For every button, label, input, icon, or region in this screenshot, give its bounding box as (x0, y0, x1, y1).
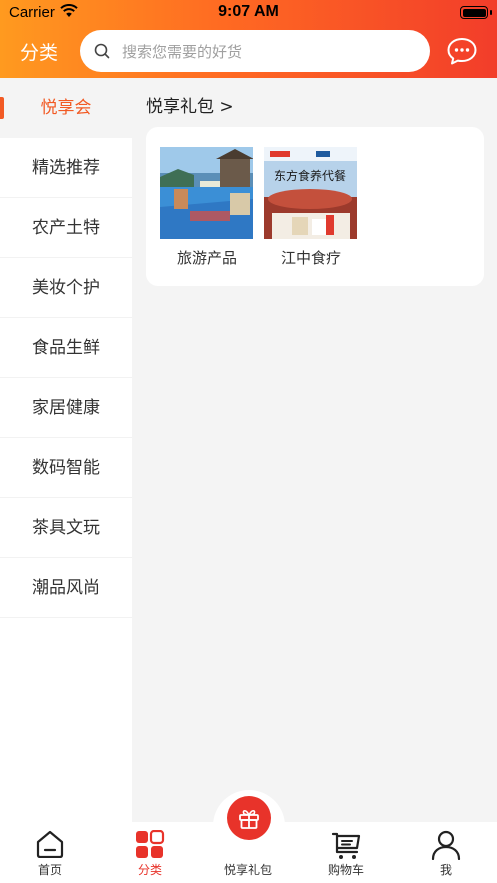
tab-home[interactable]: 首页 (10, 822, 90, 883)
profile-icon (431, 830, 461, 860)
sidebar-item-fashion[interactable]: 潮品风尚 (0, 558, 132, 618)
tab-cart[interactable]: 购物车 (306, 822, 386, 883)
search-icon (94, 43, 110, 59)
clock: 9:07 AM (218, 3, 279, 20)
tab-me[interactable]: 我 (406, 822, 486, 883)
battery-icon (460, 6, 488, 19)
gift-package-button[interactable] (227, 796, 271, 840)
sidebar-item-tea-collectibles[interactable]: 茶具文玩 (0, 498, 132, 558)
status-bar: Carrier 9:07 AM (0, 0, 497, 26)
message-icon[interactable] (446, 36, 478, 66)
category-sidebar: 悦享会 精选推荐 农产土特 美妆个护 食品生鲜 家居健康 数码智能 茶具文玩 潮… (0, 78, 132, 822)
section-title[interactable]: 悦享礼包 > (146, 92, 234, 117)
tab-category[interactable]: 分类 (110, 822, 190, 883)
header-bar: Carrier 9:07 AM 分类 搜索您需要的好货 (0, 0, 497, 78)
sidebar-item-label: 食品生鲜 (32, 338, 100, 358)
sidebar-item-label: 美妆个护 (32, 278, 100, 298)
battery-cap (490, 10, 492, 15)
sidebar-item-label: 悦享会 (40, 98, 92, 118)
sidebar-item-featured[interactable]: 精选推荐 (0, 138, 132, 198)
search-input[interactable]: 搜索您需要的好货 (80, 30, 430, 72)
tab-label: 首页 (37, 863, 62, 877)
sidebar-background (0, 618, 132, 822)
travel-product-image (160, 147, 253, 239)
product-label: 江中食疗 (280, 249, 341, 267)
gift-icon (239, 809, 259, 829)
product-jiangzhong[interactable]: 东方食养代餐 江中食疗 (264, 147, 358, 268)
tab-label: 购物车 (327, 863, 364, 877)
tab-label: 我 (439, 863, 452, 877)
product-card: 旅游产品 东方食养代餐 江中食疗 (146, 127, 484, 286)
product-label: 旅游产品 (176, 249, 237, 267)
tab-label: 分类 (137, 863, 162, 877)
sidebar-item-yuexianghui[interactable]: 悦享会 (0, 78, 132, 138)
cart-icon (331, 832, 361, 859)
sidebar-item-fresh-food[interactable]: 食品生鲜 (0, 318, 132, 378)
product-travel[interactable]: 旅游产品 (160, 147, 254, 268)
search-placeholder: 搜索您需要的好货 (122, 43, 243, 61)
sidebar-item-beauty[interactable]: 美妆个护 (0, 258, 132, 318)
sidebar-item-digital[interactable]: 数码智能 (0, 438, 132, 498)
sidebar-item-label: 数码智能 (32, 458, 100, 478)
tab-label: 悦享礼包 (223, 863, 272, 877)
sidebar-item-label: 精选推荐 (32, 158, 100, 178)
jiangzhong-image-lettering: 东方食养代餐 (274, 168, 346, 183)
sidebar-item-label: 茶具文玩 (32, 518, 100, 538)
sidebar-item-home-health[interactable]: 家居健康 (0, 378, 132, 438)
page-title: 分类 (20, 42, 59, 64)
category-grid-icon (136, 830, 165, 858)
sidebar-item-local-produce[interactable]: 农产土特 (0, 198, 132, 258)
sidebar-item-label: 农产土特 (32, 218, 100, 238)
sidebar-item-label: 潮品风尚 (32, 578, 100, 598)
home-icon (36, 830, 64, 858)
svg-text:东方食养代餐: 东方食养代餐 (274, 168, 346, 183)
sidebar-item-label: 家居健康 (32, 398, 100, 418)
